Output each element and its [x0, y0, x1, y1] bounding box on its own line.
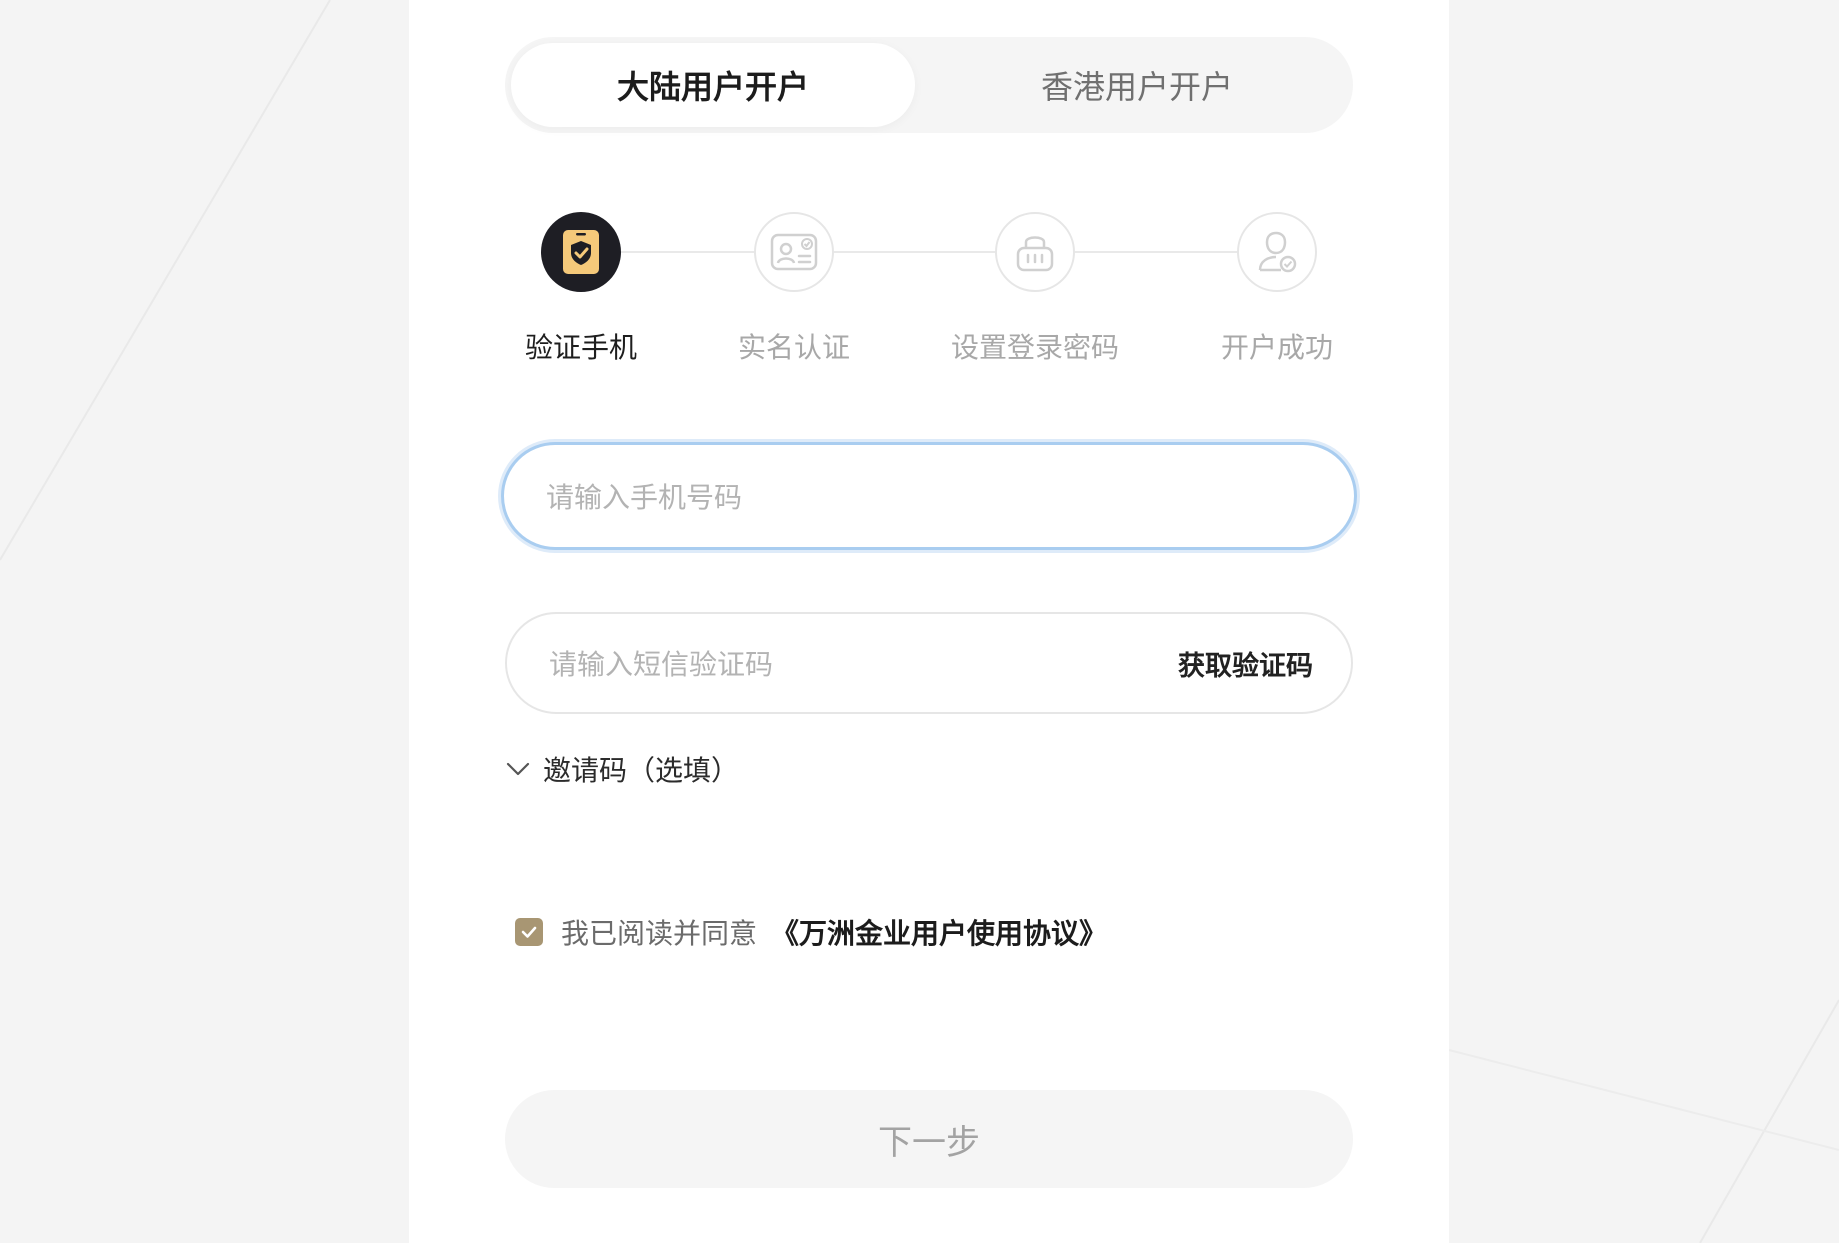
step-label-verify-phone: 验证手机	[524, 331, 637, 364]
step-account-success	[1237, 212, 1317, 292]
register-card: 大陆用户开户 香港用户开户 验证手机 实名认证 设置登录密码 开户成功 请输入手…	[409, 0, 1449, 1243]
phone-input[interactable]	[544, 445, 1108, 549]
agreement-checkbox[interactable]	[515, 918, 543, 946]
next-step-button[interactable]: 下一步	[505, 1090, 1353, 1188]
agreement-text: 我已阅读并同意	[561, 917, 758, 950]
tab-hongkong[interactable]: 香港用户开户	[935, 43, 1339, 127]
step-label-real-name: 实名认证	[737, 331, 850, 364]
check-icon	[521, 926, 537, 938]
chevron-down-icon	[506, 762, 530, 776]
invite-code-toggle[interactable]: 邀请码（选填）	[505, 748, 739, 790]
tab-mainland[interactable]: 大陆用户开户	[511, 43, 915, 127]
step-label-set-password: 设置登录密码	[950, 331, 1119, 364]
agreement-link[interactable]: 《万洲金业用户使用协议》	[771, 912, 1107, 952]
id-card-icon	[770, 233, 818, 271]
agreement-row: 我已阅读并同意 《万洲金业用户使用协议》	[515, 910, 1107, 954]
sms-code-input[interactable]	[547, 614, 1111, 714]
step-set-password	[995, 212, 1075, 292]
step-verify-phone	[541, 212, 621, 292]
get-code-button[interactable]: 获取验证码	[1178, 614, 1313, 712]
step-label-account-success: 开户成功	[1220, 331, 1333, 364]
invite-code-label: 邀请码（选填）	[543, 754, 740, 787]
sms-field: 获取验证码	[505, 612, 1353, 714]
shield-phone-icon	[563, 230, 599, 274]
account-type-tabs: 大陆用户开户 香港用户开户	[505, 37, 1353, 133]
lock-icon	[1016, 236, 1054, 272]
steps-connector	[581, 251, 1297, 253]
user-check-icon	[1258, 231, 1297, 273]
step-real-name	[754, 212, 834, 292]
phone-field	[501, 442, 1357, 550]
